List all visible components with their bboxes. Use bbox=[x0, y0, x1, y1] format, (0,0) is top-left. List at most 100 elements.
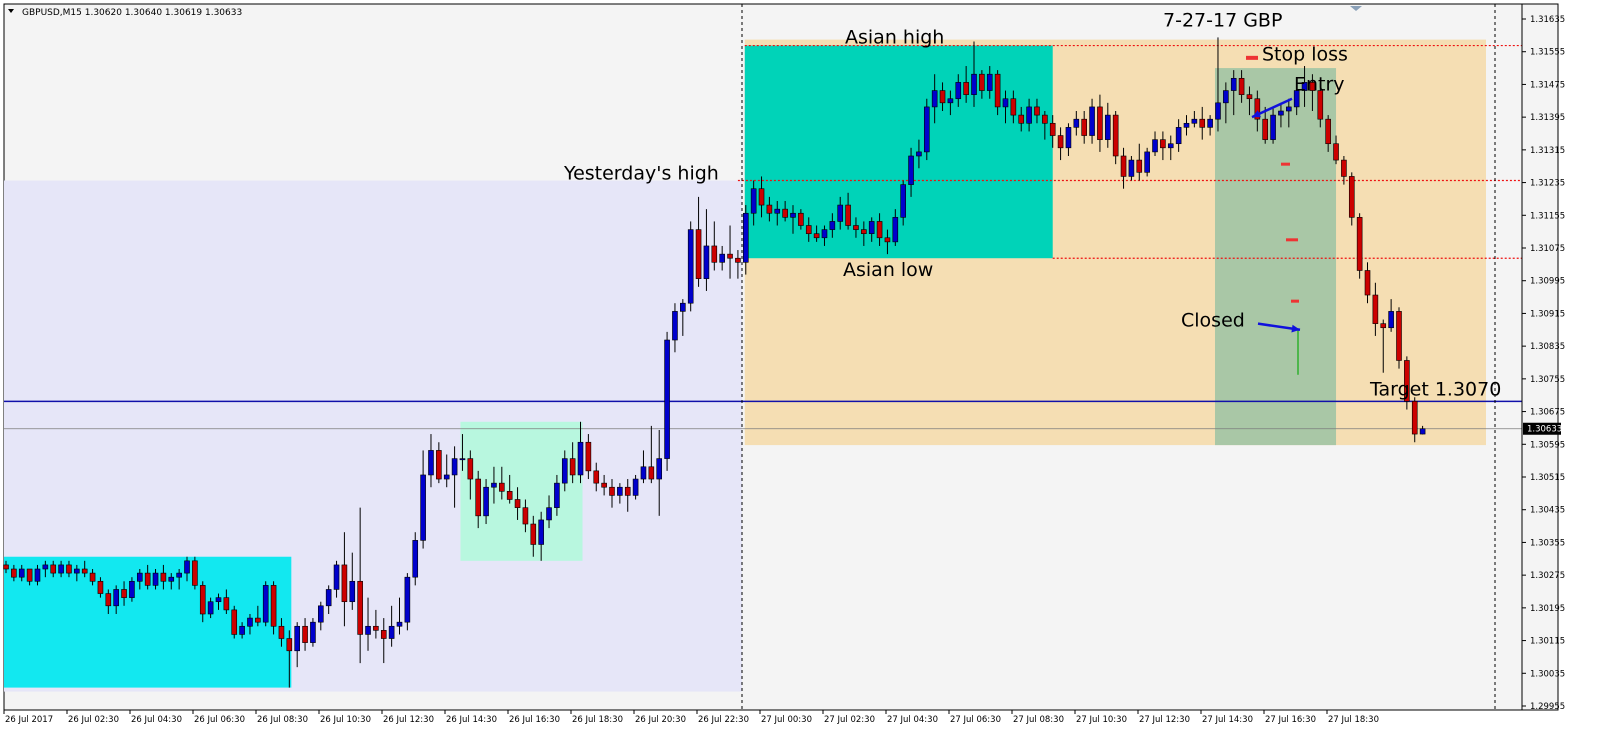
candle-body bbox=[105, 593, 112, 607]
candle-body bbox=[986, 73, 993, 91]
candle-body bbox=[1411, 401, 1418, 435]
x-tick-label: 26 Jul 10:30 bbox=[320, 715, 371, 725]
candle-body bbox=[963, 82, 969, 95]
y-tick-label: 1.31395 bbox=[1530, 113, 1565, 123]
current-price-label: 1.30633 bbox=[1527, 425, 1562, 435]
candle-body bbox=[695, 229, 702, 279]
x-tick-label: 27 Jul 08:30 bbox=[1013, 715, 1064, 725]
x-tick-label: 26 Jul 14:30 bbox=[446, 715, 497, 725]
candle-body bbox=[742, 212, 749, 263]
stop-loss-marker bbox=[1246, 55, 1258, 60]
candle-body bbox=[868, 221, 875, 234]
candle-body bbox=[1238, 77, 1245, 95]
candle-body bbox=[939, 90, 946, 104]
candle-body bbox=[735, 257, 741, 263]
candle-body bbox=[1057, 135, 1064, 149]
candle-body bbox=[1128, 159, 1135, 177]
y-tick-label: 1.31635 bbox=[1530, 15, 1565, 25]
candle-body bbox=[428, 450, 434, 476]
x-tick-label: 27 Jul 04:30 bbox=[887, 715, 938, 725]
chart-title: 7-27-17 GBP bbox=[1163, 10, 1282, 32]
exit-marker bbox=[1286, 238, 1298, 242]
candle-body bbox=[1183, 122, 1190, 128]
candle-body bbox=[1388, 311, 1394, 329]
label-stop-loss: Stop loss bbox=[1262, 44, 1348, 66]
candle-body bbox=[1081, 118, 1087, 136]
candle-body bbox=[1049, 122, 1056, 136]
candle-body bbox=[136, 572, 143, 582]
candle-body bbox=[719, 253, 725, 263]
y-tick-label: 1.30675 bbox=[1530, 408, 1565, 418]
candle-body bbox=[26, 568, 33, 582]
candle-body bbox=[601, 482, 607, 488]
y-tick-label: 1.30915 bbox=[1530, 309, 1565, 319]
y-tick-label: 1.30435 bbox=[1530, 506, 1565, 516]
candle-body bbox=[270, 585, 277, 627]
candle-body bbox=[113, 589, 119, 607]
candle-body bbox=[1341, 159, 1347, 177]
candle-body bbox=[325, 589, 332, 607]
candle-body bbox=[1199, 118, 1206, 128]
candle-body bbox=[774, 208, 781, 214]
candle-body bbox=[42, 564, 49, 570]
candle-body bbox=[129, 580, 135, 598]
candle-body bbox=[632, 478, 639, 496]
candle-body bbox=[506, 491, 513, 500]
candle-body bbox=[1120, 155, 1127, 177]
candle-body bbox=[215, 597, 222, 603]
candle-body bbox=[1144, 151, 1150, 173]
candle-body bbox=[514, 499, 521, 508]
candle-body bbox=[1191, 118, 1198, 124]
candle-body bbox=[341, 564, 348, 603]
candle-body bbox=[805, 225, 812, 234]
candle-body bbox=[420, 474, 426, 541]
x-tick-label: 26 Jul 02:30 bbox=[68, 715, 119, 725]
candle-body bbox=[1286, 106, 1292, 112]
candle-body bbox=[1152, 139, 1158, 153]
y-tick-label: 1.31555 bbox=[1530, 48, 1565, 58]
candle-body bbox=[443, 474, 450, 480]
candle-body bbox=[255, 617, 261, 623]
x-tick-label: 27 Jul 06:30 bbox=[950, 715, 1001, 725]
candle-body bbox=[522, 507, 529, 525]
candle-body bbox=[908, 155, 914, 185]
candle-body bbox=[1262, 118, 1268, 140]
candle-body bbox=[144, 572, 151, 586]
x-tick-label: 27 Jul 18:30 bbox=[1328, 715, 1379, 725]
candle-body bbox=[1010, 98, 1017, 116]
candle-body bbox=[900, 184, 906, 218]
candle-body bbox=[1419, 428, 1426, 435]
candle-body bbox=[1160, 139, 1166, 149]
y-tick-label: 1.31475 bbox=[1530, 80, 1565, 90]
candle-body bbox=[1167, 143, 1174, 149]
x-tick-label: 26 Jul 18:30 bbox=[572, 715, 623, 725]
candle-body bbox=[821, 229, 828, 239]
candle-body bbox=[66, 564, 72, 574]
candle-body bbox=[609, 486, 615, 496]
candle-body bbox=[782, 208, 788, 218]
candle-body bbox=[884, 237, 891, 243]
candle-body bbox=[459, 458, 466, 461]
candle-body bbox=[192, 560, 198, 586]
candle-body bbox=[672, 311, 678, 341]
candle-body bbox=[687, 229, 694, 304]
x-tick-label: 26 Jul 06:30 bbox=[194, 715, 245, 725]
candle-body bbox=[231, 609, 238, 635]
candle-body bbox=[1223, 90, 1229, 104]
candle-body bbox=[593, 470, 600, 484]
candle-body bbox=[199, 585, 206, 615]
candle-body bbox=[89, 572, 96, 582]
price-chart[interactable]: 7-27-17 GBP Asian high Yesterday's high Asi… bbox=[0, 0, 1600, 747]
label-yesterdays-high: Yesterday's high bbox=[563, 163, 719, 185]
candle-body bbox=[3, 564, 9, 570]
x-tick-label: 26 Jul 16:30 bbox=[509, 715, 560, 725]
candle-body bbox=[790, 212, 796, 218]
candle-body bbox=[971, 73, 977, 95]
candle-body bbox=[1073, 118, 1080, 128]
candle-body bbox=[648, 466, 655, 480]
candle-body bbox=[1207, 118, 1213, 128]
candle-body bbox=[1230, 77, 1237, 91]
x-tick-label: 26 Jul 2017 bbox=[5, 715, 53, 725]
candle-body bbox=[262, 585, 269, 623]
y-tick-label: 1.30995 bbox=[1530, 277, 1565, 287]
